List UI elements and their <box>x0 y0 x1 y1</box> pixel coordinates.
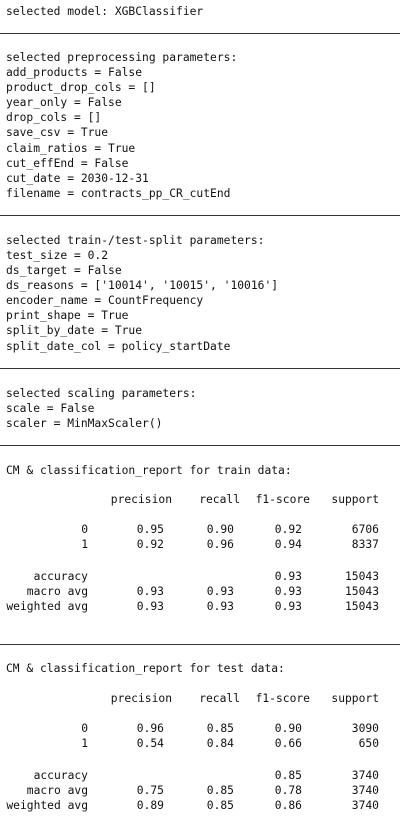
test-row-label: 0 <box>81 722 88 735</box>
test-precision: 0.96 <box>136 722 164 735</box>
train-recall: 0.96 <box>206 538 234 551</box>
split-param: split_by_date = True <box>6 324 143 337</box>
train-recall: 0.93 <box>206 600 234 613</box>
scaling-header: selected scaling parameters: <box>6 387 197 400</box>
train-col-support: support <box>331 493 379 506</box>
preprocessing-param: filename = contracts_pp_CR_cutEnd <box>6 187 231 200</box>
divider <box>0 33 400 34</box>
preprocessing-header: selected preprocessing parameters: <box>6 51 238 64</box>
preprocessing-param: save_csv = True <box>6 126 109 139</box>
train-row-label: macro avg <box>26 585 88 598</box>
test-support: 3740 <box>351 784 379 797</box>
selected-model-line: selected model: XGBClassifier <box>6 5 204 18</box>
test-support: 3740 <box>351 799 379 812</box>
preprocessing-param: product_drop_cols = [] <box>6 81 156 94</box>
train-recall: 0.90 <box>206 523 234 536</box>
divider <box>0 215 400 216</box>
train-row-label: 1 <box>81 538 88 551</box>
train-support: 6706 <box>351 523 379 536</box>
divider <box>0 368 400 369</box>
train-support: 15043 <box>344 570 379 583</box>
preprocessing-param: claim_ratios = True <box>6 142 136 155</box>
test-recall: 0.85 <box>206 799 234 812</box>
divider <box>0 445 400 446</box>
train-col-f1: f1-score <box>255 493 310 506</box>
test-col-support: support <box>331 692 379 705</box>
train-col-precision: precision <box>110 493 172 506</box>
test-f1: 0.86 <box>274 799 302 812</box>
test-row-label: accuracy <box>33 769 88 782</box>
preprocessing-param: drop_cols = [] <box>6 111 102 124</box>
split-header: selected train-/test-split parameters: <box>6 234 265 247</box>
train-row-label: accuracy <box>33 570 88 583</box>
scaling-param: scaler = MinMaxScaler() <box>6 417 163 430</box>
test-row-label: macro avg <box>26 784 88 797</box>
train-f1: 0.92 <box>274 523 302 536</box>
split-param: ds_target = False <box>6 264 122 277</box>
test-recall: 0.84 <box>206 737 234 750</box>
train-col-recall: recall <box>199 493 240 506</box>
train-row-label: 0 <box>81 523 88 536</box>
notebook-output: selected model: XGBClassifier selected p… <box>0 0 404 816</box>
test-recall: 0.85 <box>206 784 234 797</box>
test-f1: 0.85 <box>274 769 302 782</box>
test-support: 650 <box>358 737 379 750</box>
preprocessing-param: add_products = False <box>6 66 143 79</box>
test-report-title: CM & classification_report for test data… <box>6 662 285 675</box>
test-precision: 0.75 <box>136 784 164 797</box>
test-precision: 0.89 <box>136 799 164 812</box>
train-support: 8337 <box>351 538 379 551</box>
preprocessing-param: cut_date = 2030-12-31 <box>6 172 149 185</box>
test-recall: 0.85 <box>206 722 234 735</box>
train-f1: 0.93 <box>274 570 302 583</box>
test-precision: 0.54 <box>136 737 164 750</box>
test-f1: 0.90 <box>274 722 302 735</box>
train-row-label: weighted avg <box>6 600 88 613</box>
test-support: 3740 <box>351 769 379 782</box>
test-row-label: 1 <box>81 737 88 750</box>
preprocessing-param: year_only = False <box>6 96 122 109</box>
preprocessing-param: cut_effEnd = False <box>6 157 129 170</box>
train-precision: 0.92 <box>136 538 164 551</box>
train-precision: 0.93 <box>136 585 164 598</box>
split-param: split_date_col = policy_startDate <box>6 340 231 353</box>
test-col-f1: f1-score <box>255 692 310 705</box>
split-param: encoder_name = CountFrequency <box>6 294 204 307</box>
divider <box>0 644 400 645</box>
train-f1: 0.94 <box>274 538 302 551</box>
scaling-param: scale = False <box>6 402 95 415</box>
test-f1: 0.66 <box>274 737 302 750</box>
test-col-recall: recall <box>199 692 240 705</box>
test-col-precision: precision <box>110 692 172 705</box>
train-precision: 0.95 <box>136 523 164 536</box>
split-param: ds_reasons = ['10014', '10015', '10016'] <box>6 279 279 292</box>
train-f1: 0.93 <box>274 585 302 598</box>
split-param: test_size = 0.2 <box>6 249 109 262</box>
train-f1: 0.93 <box>274 600 302 613</box>
split-param: print_shape = True <box>6 309 129 322</box>
train-support: 15043 <box>344 585 379 598</box>
train-recall: 0.93 <box>206 585 234 598</box>
train-precision: 0.93 <box>136 600 164 613</box>
train-report-title: CM & classification_report for train dat… <box>6 464 292 477</box>
test-row-label: weighted avg <box>6 799 88 812</box>
test-f1: 0.78 <box>274 784 302 797</box>
test-support: 3090 <box>351 722 379 735</box>
train-support: 15043 <box>344 600 379 613</box>
